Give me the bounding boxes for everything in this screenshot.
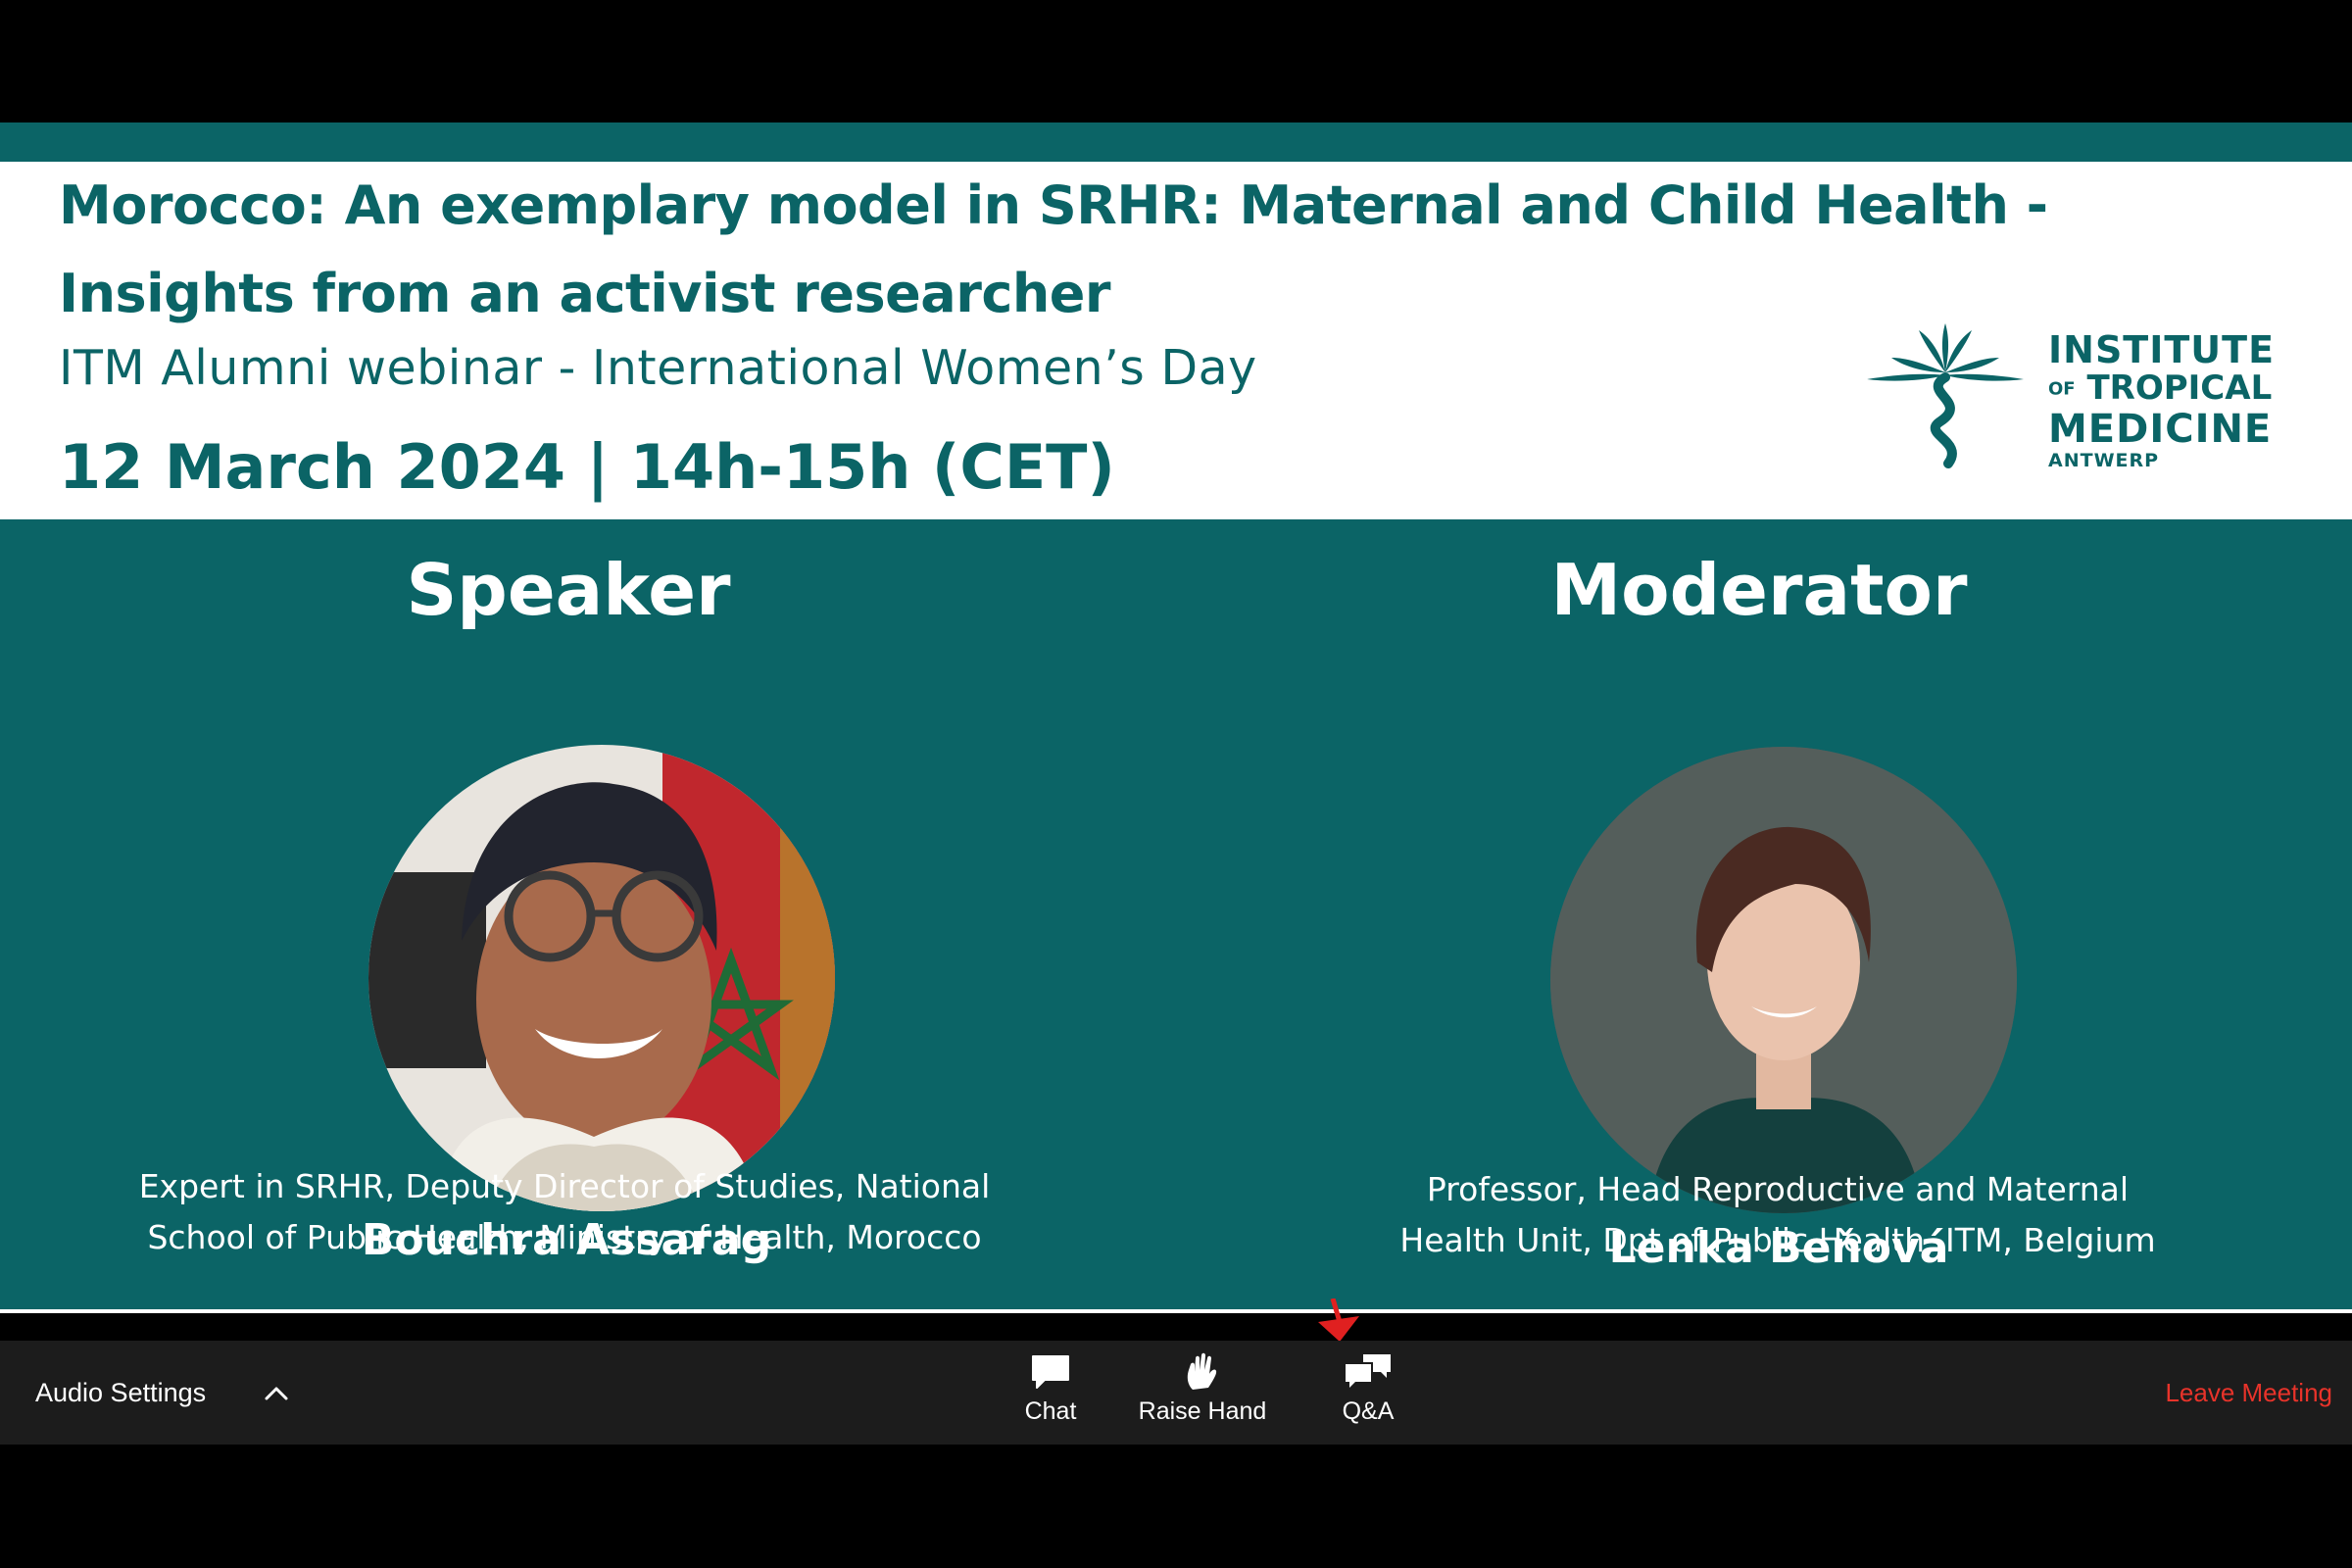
moderator-heading: Moderator <box>1550 549 1968 631</box>
chat-label: Chat <box>1024 1397 1077 1425</box>
chat-bubble-icon <box>1032 1355 1069 1389</box>
slide-title: Morocco: An exemplary model in SRHR: Mat… <box>59 174 2048 324</box>
slide-top-band <box>0 122 2352 162</box>
raise-hand-label: Raise Hand <box>1138 1397 1267 1425</box>
speaker-description: Expert in SRHR, Deputy Director of Studi… <box>138 1167 991 1256</box>
audio-settings-button[interactable]: Audio Settings <box>35 1341 206 1445</box>
slide-subtitle: ITM Alumni webinar - International Women… <box>59 340 1257 396</box>
caret-up-icon[interactable] <box>263 1380 290 1407</box>
raised-hand-icon <box>1187 1352 1217 1390</box>
itm-logo: INSTITUTE OF TROPICAL MEDICINE ANTWERP <box>1862 318 2274 475</box>
speaker-photo <box>368 745 835 1211</box>
raise-hand-button[interactable]: Raise Hand <box>1124 1352 1281 1426</box>
qa-button[interactable]: Q&A <box>1290 1352 1446 1426</box>
speaker-heading: Speaker <box>406 549 731 631</box>
chat-button[interactable]: Chat <box>972 1352 1129 1426</box>
leave-meeting-button[interactable]: Leave Meeting <box>2165 1341 2332 1445</box>
qa-bubbles-icon <box>1346 1354 1391 1388</box>
webinar-slide: Morocco: An exemplary model in SRHR: Mat… <box>0 122 2352 1313</box>
event-date: 12 March 2024 | 14h-15h (CET) <box>59 431 1115 503</box>
meeting-toolbar: Audio Settings Chat Raise Hand Q&A Leave… <box>0 1341 2352 1445</box>
qa-label: Q&A <box>1342 1397 1395 1425</box>
palm-snake-logo-icon <box>1867 323 2038 468</box>
itm-logo-text: INSTITUTE OF TROPICAL MEDICINE ANTWERP <box>2048 328 2276 471</box>
moderator-description: Professor, Head Reproductive and Materna… <box>1399 1170 2156 1259</box>
moderator-photo <box>1550 747 2017 1213</box>
